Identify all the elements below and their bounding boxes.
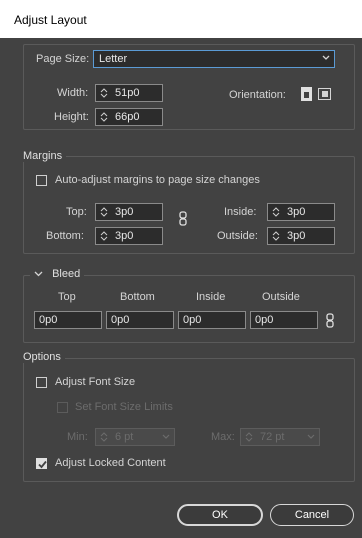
margin-top-label: Top: — [66, 206, 87, 218]
chevron-down-icon[interactable] — [162, 434, 170, 440]
bleed-group — [23, 275, 355, 343]
stepper-icon[interactable] — [270, 205, 282, 219]
chevron-down-icon — [322, 55, 330, 60]
orientation-label: Orientation: — [229, 89, 286, 101]
stepper-icon[interactable] — [98, 110, 110, 124]
chain-link-icon[interactable] — [179, 211, 187, 226]
set-font-limits-label: Set Font Size Limits — [75, 401, 173, 413]
margins-title: Margins — [23, 150, 67, 162]
min-font-size-field[interactable]: 6 pt — [95, 428, 175, 446]
width-field[interactable]: 51p0 — [95, 84, 163, 102]
chevron-down-icon[interactable] — [34, 271, 43, 277]
bleed-outside-value: 0p0 — [255, 314, 274, 326]
margin-top-field[interactable]: 3p0 — [95, 203, 163, 221]
max-label: Max: — [211, 431, 235, 443]
bleed-col-outside: Outside — [262, 291, 300, 303]
bleed-col-bottom: Bottom — [120, 291, 155, 303]
adjust-layout-dialog: Adjust Layout Page Size: Letter Width: 5… — [0, 0, 362, 538]
auto-adjust-margins-label: Auto-adjust margins to page size changes — [55, 174, 260, 186]
dialog-title: Adjust Layout — [0, 0, 362, 38]
adjust-locked-content-checkbox[interactable] — [36, 458, 47, 469]
stepper-icon[interactable] — [98, 205, 110, 219]
margin-top-value: 3p0 — [115, 206, 134, 218]
page-size-label: Page Size: — [36, 53, 90, 65]
cancel-button[interactable]: Cancel — [270, 504, 354, 526]
page-size-select[interactable]: Letter — [93, 50, 335, 68]
margin-outside-value: 3p0 — [287, 230, 306, 242]
bleed-outside-field[interactable]: 0p0 — [250, 311, 318, 329]
options-title: Options — [23, 351, 65, 363]
margin-outside-field[interactable]: 3p0 — [267, 227, 335, 245]
bleed-bottom-field[interactable]: 0p0 — [106, 311, 174, 329]
portrait-orientation-icon[interactable] — [301, 87, 312, 101]
min-label: Min: — [67, 431, 88, 443]
margin-bottom-value: 3p0 — [115, 230, 134, 242]
bleed-top-field[interactable]: 0p0 — [34, 311, 102, 329]
bleed-top-value: 0p0 — [39, 314, 58, 326]
bleed-col-inside: Inside — [196, 291, 226, 303]
ok-button[interactable]: OK — [177, 504, 263, 526]
bleed-inside-field[interactable]: 0p0 — [178, 311, 246, 329]
stepper-icon[interactable] — [243, 430, 255, 444]
bleed-header[interactable]: Bleed — [30, 268, 85, 282]
chain-link-icon[interactable] — [326, 313, 334, 328]
adjust-font-size-label: Adjust Font Size — [55, 376, 136, 388]
margin-inside-label: Inside: — [224, 206, 257, 218]
width-value: 51p0 — [115, 87, 140, 99]
stepper-icon[interactable] — [98, 86, 110, 100]
max-font-size-field[interactable]: 72 pt — [240, 428, 320, 446]
margin-bottom-field[interactable]: 3p0 — [95, 227, 163, 245]
stepper-icon[interactable] — [270, 229, 282, 243]
margin-bottom-label: Bottom: — [46, 230, 84, 242]
adjust-font-size-checkbox[interactable] — [36, 377, 47, 388]
page-size-value: Letter — [99, 53, 128, 65]
width-label: Width: — [57, 87, 89, 99]
height-field[interactable]: 66p0 — [95, 108, 163, 126]
checkmark-icon — [38, 460, 47, 469]
margin-inside-field[interactable]: 3p0 — [267, 203, 335, 221]
min-font-size-value: 6 pt — [115, 431, 134, 443]
set-font-limits-checkbox[interactable] — [57, 402, 68, 413]
margin-outside-label: Outside: — [217, 230, 258, 242]
landscape-orientation-icon[interactable] — [318, 88, 331, 100]
bleed-inside-value: 0p0 — [183, 314, 202, 326]
auto-adjust-margins-checkbox[interactable] — [36, 175, 47, 186]
bleed-bottom-value: 0p0 — [111, 314, 130, 326]
height-value: 66p0 — [115, 111, 140, 123]
stepper-icon[interactable] — [98, 229, 110, 243]
stepper-icon[interactable] — [98, 430, 110, 444]
bleed-title: Bleed — [52, 268, 81, 280]
bleed-col-top: Top — [58, 291, 76, 303]
max-font-size-value: 72 pt — [260, 431, 285, 443]
adjust-locked-content-label: Adjust Locked Content — [55, 457, 166, 469]
height-label: Height: — [54, 111, 89, 123]
chevron-down-icon[interactable] — [307, 434, 315, 440]
margin-inside-value: 3p0 — [287, 206, 306, 218]
